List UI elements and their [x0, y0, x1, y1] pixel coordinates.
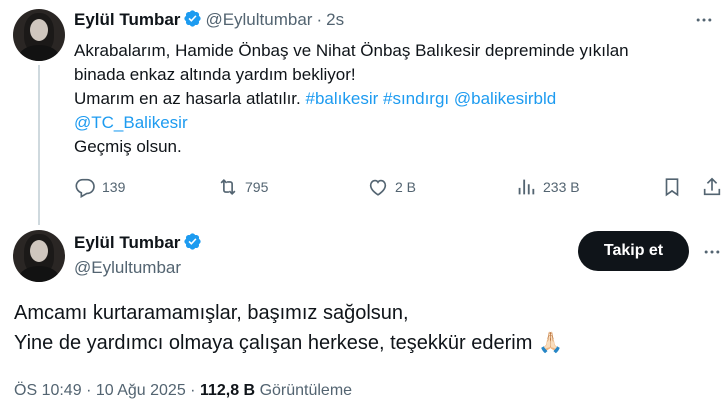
reply-count: 139 — [102, 179, 126, 195]
tweet-text-line: Umarım en az hasarla atlatılır. #balıkes… — [74, 87, 714, 111]
follow-button[interactable]: Takip et — [578, 231, 689, 271]
views-chart-icon — [518, 179, 535, 195]
mention-link[interactable]: @balikesirbld — [454, 89, 556, 108]
author-name[interactable]: Eylül Tumbar — [74, 10, 180, 29]
mention-link[interactable]: @TC_Balikesir — [74, 113, 188, 132]
more-horizontal-icon[interactable] — [692, 8, 716, 32]
praying-hands-emoji: 🙏🏻 — [537, 332, 563, 354]
tweet-timestamp[interactable]: ÖS 10:49 — [14, 382, 82, 399]
thread-connector-line — [38, 65, 40, 225]
views-label: Görüntüleme — [259, 382, 353, 399]
separator-dot: · — [316, 10, 323, 29]
bookmark-button[interactable] — [661, 176, 683, 198]
tweet-text: Akrabalarım, Hamide Önbaş ve Nihat Önbaş… — [74, 39, 714, 159]
avatar[interactable] — [13, 9, 65, 61]
heart-icon — [369, 179, 387, 196]
share-icon — [703, 177, 721, 196]
hashtag-link[interactable]: #sındırgı — [383, 89, 449, 108]
like-count: 2 B — [395, 179, 417, 195]
verified-badge-icon[interactable] — [183, 9, 202, 28]
reply-button[interactable]: 139 — [74, 176, 125, 198]
separator-dot: · — [190, 382, 196, 399]
tweet-text-fragment: Umarım en az hasarla atlatılır. — [74, 89, 301, 108]
like-button[interactable]: 2 B — [367, 176, 416, 198]
tweet-meta: ÖS 10:49 · 10 Ağu 2025 · 112,8 B Görüntü… — [14, 382, 352, 400]
tweet-text-line: Amcamı kurtaramamışlar, başımız sağolsun… — [14, 302, 409, 324]
tweet-text-fragment: Yine de yardımcı olmaya çalışan herkese,… — [14, 332, 533, 354]
bookmark-icon — [665, 178, 679, 197]
avatar-face — [30, 19, 48, 41]
tweet-text-line: Geçmiş olsun. — [74, 137, 182, 156]
share-button[interactable] — [701, 176, 723, 198]
separator-dot: · — [86, 382, 92, 399]
avatar-body — [19, 266, 59, 282]
tweet-text-line: binada enkaz altında yardım bekliyor! — [74, 65, 356, 84]
avatar-face — [30, 240, 48, 262]
views-button[interactable]: 233 B — [515, 176, 580, 198]
author-name[interactable]: Eylül Tumbar — [74, 233, 180, 252]
tweet-header: Eylül Tumbar — [74, 232, 205, 253]
repost-count: 795 — [245, 179, 269, 195]
tweet-text: Amcamı kurtaramamışlar, başımız sağolsun… — [14, 298, 714, 358]
views-total: 112,8 B — [199, 382, 256, 399]
tweet-actions: 139 795 2 B 233 B — [74, 176, 724, 202]
tweet-text-line: Yine de yardımcı olmaya çalışan herkese,… — [14, 328, 714, 358]
more-horizontal-icon[interactable] — [700, 240, 724, 264]
tweet-date[interactable]: 10 Ağu 2025 — [96, 382, 186, 399]
tweet-text-line: @TC_Balikesir — [74, 111, 714, 135]
avatar[interactable] — [13, 230, 65, 282]
reply-icon — [75, 178, 95, 198]
tweet-time[interactable]: 2s — [326, 10, 344, 29]
views-count: 233 B — [543, 179, 580, 195]
author-handle[interactable]: @Eylultumbar — [74, 258, 181, 278]
repost-icon — [220, 178, 236, 196]
tweet-text-line: Akrabalarım, Hamide Önbaş ve Nihat Önbaş… — [74, 41, 629, 60]
avatar-body — [19, 45, 59, 61]
repost-button[interactable]: 795 — [217, 176, 268, 198]
hashtag-link[interactable]: #balıkesir — [306, 89, 379, 108]
tweet-header: Eylül Tumbar @Eylultumbar · 2s — [74, 9, 344, 30]
author-handle[interactable]: @Eylultumbar — [205, 10, 312, 29]
verified-badge-icon[interactable] — [183, 232, 202, 251]
